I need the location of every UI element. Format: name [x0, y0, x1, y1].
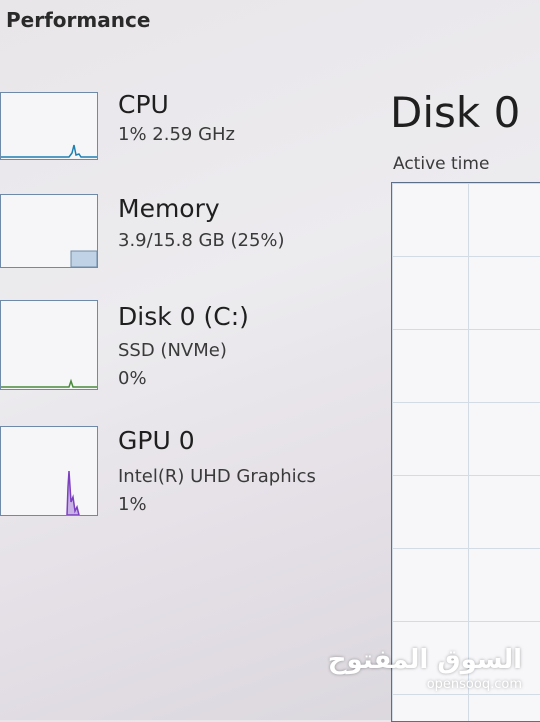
disk-usage: 0%	[118, 368, 147, 389]
memory-label: Memory	[118, 194, 220, 223]
cpu-label: CPU	[118, 90, 169, 119]
sidebar-item-cpu[interactable]: CPU 1% 2.59 GHz	[0, 88, 360, 188]
disk-label: Disk 0 (C:)	[118, 302, 249, 331]
memory-usage-fill	[70, 250, 97, 267]
gpu-label: GPU 0	[118, 426, 195, 455]
cpu-usage-line	[1, 144, 97, 158]
memory-detail: 3.9/15.8 GB (25%)	[118, 230, 285, 251]
disk-type: SSD (NVMe)	[118, 340, 227, 361]
disk-thumbnail-graph	[0, 300, 98, 390]
cpu-detail: 1% 2.59 GHz	[118, 124, 236, 145]
detail-title: Disk 0	[390, 88, 521, 137]
gpu-thumbnail-graph	[0, 426, 98, 516]
disk-usage-line	[1, 378, 97, 388]
page-title: Performance	[6, 8, 151, 32]
active-time-graph	[391, 182, 540, 722]
watermark-arabic: السوق المفتوح	[327, 645, 522, 675]
cpu-thumbnail-graph	[0, 92, 98, 160]
sidebar-item-memory[interactable]: Memory 3.9/15.8 GB (25%)	[0, 192, 360, 292]
active-time-label: Active time	[393, 154, 490, 174]
memory-thumbnail-graph	[0, 194, 98, 268]
sidebar-item-gpu[interactable]: GPU 0 Intel(R) UHD Graphics 1%	[0, 424, 360, 524]
sidebar-item-disk[interactable]: Disk 0 (C:) SSD (NVMe) 0%	[0, 300, 360, 400]
gpu-model: Intel(R) UHD Graphics	[118, 466, 316, 487]
watermark-logo: السوق المفتوح opensooq.com	[328, 645, 522, 692]
gpu-usage: 1%	[118, 494, 147, 515]
gpu-usage-area	[66, 470, 80, 515]
watermark-latin: opensooq.com	[426, 677, 522, 692]
